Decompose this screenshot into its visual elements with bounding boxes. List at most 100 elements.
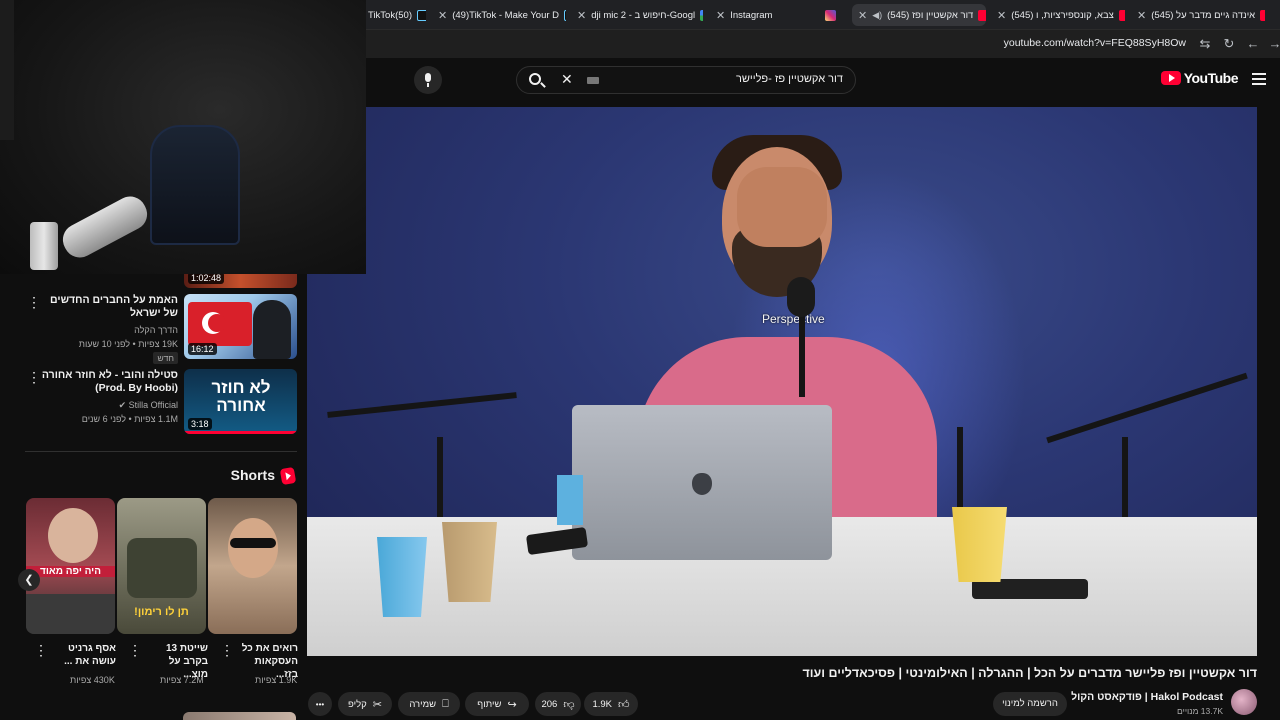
menu-icon[interactable] (1252, 73, 1266, 85)
youtube-play-icon (1160, 71, 1181, 85)
list-item[interactable]: 16:12 האמת על החברים החדשים של ישראל הדר… (0, 294, 305, 364)
video-title[interactable]: האמת על החברים החדשים של ישראל (38, 294, 178, 320)
short-card[interactable]: תן לו רימון! (117, 498, 206, 634)
close-icon[interactable]: ✕ (438, 9, 447, 22)
mic-boom-right (1046, 372, 1248, 444)
short-title[interactable]: אסף גרניט עושה את ... (56, 642, 116, 668)
gaming-chair (150, 125, 240, 245)
tab-youtube-3[interactable]: ✕ (545) אינדה גיים מדבר על (1137, 4, 1265, 26)
thumbs-down-icon: 👎︎ (563, 698, 575, 711)
back-icon[interactable]: ← (1244, 35, 1262, 53)
site-settings-icon[interactable]: ⇆ (1196, 35, 1214, 53)
cup (30, 222, 58, 270)
progress-bar (184, 431, 297, 434)
short-views: 430K צפיות (70, 675, 115, 685)
short-face (228, 518, 278, 578)
more-options-icon[interactable] (220, 642, 234, 659)
video-thumbnail[interactable]: 16:12 (184, 294, 297, 359)
tab-youtube-active[interactable]: ✕ ◀) (545) דור אקשטיין ופז (852, 4, 986, 26)
dislike-button[interactable]: 206 👎︎ (535, 692, 581, 716)
more-options-icon[interactable] (128, 642, 142, 659)
share-button[interactable]: שיתוף ↪ (465, 692, 529, 716)
like-button[interactable]: 1.9K 👍︎ (584, 692, 638, 716)
search-query: דור אקשטיין פז -פליישר (735, 73, 843, 85)
phone (972, 579, 1088, 599)
channel-name[interactable]: הדרך הקלה (38, 324, 178, 336)
tab-label: dji mic 2 - חיפוש ב-Googl (591, 9, 696, 21)
soldiers-graphic (127, 538, 197, 598)
url-field[interactable]: youtube.com/watch?v=FEQ88SyH8Ow (1004, 37, 1186, 49)
channel-name[interactable]: Hakol Podcast | פודקאסט הקול (1071, 691, 1223, 703)
more-options-icon[interactable] (27, 294, 41, 311)
subscribe-button[interactable]: הרשמה למינוי (993, 692, 1067, 716)
reload-icon[interactable]: ↻ (1220, 35, 1238, 53)
channel-name[interactable]: Stilla Official ✔ (38, 399, 178, 411)
youtube-icon (978, 9, 986, 21)
close-icon[interactable]: ✕ (997, 9, 1006, 22)
clear-search-icon[interactable]: ✕ (561, 71, 573, 88)
mic-boom-left (327, 392, 517, 418)
microphone (57, 190, 153, 264)
search-input[interactable]: דור אקשטיין פז -פליישר ✕ (516, 66, 856, 94)
short-views: 7.2M צפיות (160, 675, 204, 685)
search-icon[interactable] (529, 73, 541, 85)
host-hands (737, 167, 827, 247)
next-item-peek (183, 712, 296, 720)
short-inset-video (26, 594, 115, 634)
close-icon[interactable]: ✕ (858, 9, 867, 22)
like-count: 1.9K (592, 698, 613, 710)
clip-button[interactable]: קליפ ✂ (338, 692, 392, 716)
list-item[interactable]: לא חוזר אחורה 3:18 סטילה והובי - לא חוזר… (0, 369, 305, 435)
youtube-logo[interactable]: YouTube (1160, 70, 1239, 86)
youtube-header: YouTube דור אקשטיין פז -פליישר ✕ (366, 58, 1280, 104)
video-player[interactable]: Perspective (307, 107, 1257, 656)
short-views: 1.9K צפיות (255, 675, 298, 685)
video-title[interactable]: סטילה והובי - לא חוזר אחורה (Prod. By Ho… (38, 369, 178, 395)
tab-label: (545) דור אקשטיין ופז (887, 9, 974, 21)
audio-icon: ◀) (872, 9, 883, 20)
tab-tiktok-2[interactable]: ✕ (49)TikTok - Make Your D (438, 4, 566, 26)
tab-label: (545) צבא, קונספירציות, ו (1011, 9, 1114, 21)
tiktok-icon (564, 9, 566, 21)
short-overlay-text: תן לו רימון! (134, 606, 189, 618)
new-badge: חדש (153, 352, 178, 364)
cup (377, 537, 427, 617)
share-icon: ↪ (507, 698, 517, 711)
short-face (48, 508, 98, 563)
more-options-icon[interactable] (27, 369, 41, 386)
close-icon[interactable]: ✕ (577, 9, 586, 22)
video-thumbnail[interactable]: לא חוזר אחורה 3:18 (184, 369, 297, 434)
chevron-left-icon[interactable]: ❮ (18, 569, 40, 591)
scissors-icon: ✂ (372, 698, 382, 711)
short-card[interactable]: היה יפה מאוד (26, 498, 115, 634)
tab-youtube-2[interactable]: ✕ (545) צבא, קונספירציות, ו (997, 4, 1125, 26)
avatar[interactable] (1231, 689, 1257, 715)
save-label: שמירה (409, 698, 437, 710)
tab-google[interactable]: ✕ dji mic 2 - חיפוש ב-Googl (577, 4, 703, 26)
video-stats: 19K צפיות • לפני 10 שעות (78, 339, 178, 349)
dislike-count: 206 (541, 698, 558, 710)
apple-logo-icon (692, 473, 712, 495)
sunglasses (230, 538, 276, 548)
close-icon[interactable]: ✕ (1137, 9, 1146, 22)
youtube-icon (1260, 9, 1265, 21)
duration-badge: 3:18 (188, 418, 212, 430)
voice-search-button[interactable] (414, 66, 442, 94)
tab-tiktok-1[interactable]: TikTok(50) (368, 4, 426, 26)
tab-instagram[interactable]: ✕ Instagram (716, 4, 844, 26)
crescent-cutout (208, 314, 226, 332)
close-icon[interactable]: ✕ (716, 9, 725, 22)
tab-label: TikTok(50) (368, 9, 412, 21)
more-options-icon[interactable] (34, 642, 48, 659)
screen: TikTok(50) ✕ (49)TikTok - Make Your D ✕ … (0, 0, 1280, 720)
shorts-icon (279, 466, 297, 486)
clip-label: קליפ (348, 698, 367, 710)
forward-icon[interactable]: → (1266, 35, 1280, 53)
more-actions-button[interactable]: ••• (308, 692, 332, 716)
keyboard-icon[interactable] (587, 77, 599, 84)
cup (952, 507, 1007, 582)
save-button[interactable]: שמירה ⎕ (398, 692, 460, 716)
divider (25, 451, 297, 452)
instagram-icon (825, 9, 837, 21)
short-card[interactable] (208, 498, 297, 634)
